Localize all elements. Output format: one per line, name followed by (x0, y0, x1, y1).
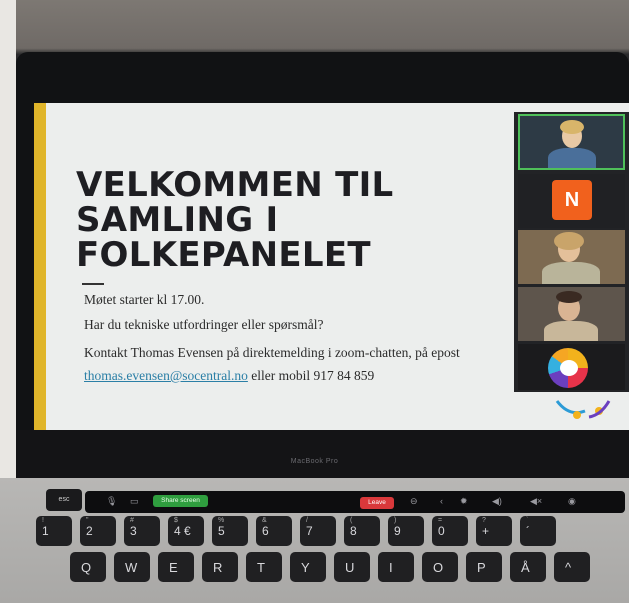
participant-hair (554, 232, 584, 250)
key-label: 9 (394, 524, 401, 538)
key-shift-label: " (86, 517, 89, 524)
key-3[interactable]: #3 (124, 516, 160, 546)
siri-icon[interactable]: ◉ (568, 496, 576, 507)
key-shift-label: ? (482, 517, 486, 524)
key-shift-label: ) (394, 517, 397, 524)
laptop-brand-label: MacBook Pro (290, 458, 339, 465)
key-o[interactable]: O (422, 552, 458, 582)
key-y[interactable]: Y (290, 552, 326, 582)
key-label: 0 (438, 524, 445, 538)
key-label: 6 (262, 524, 269, 538)
key-8[interactable]: (8 (344, 516, 380, 546)
participant-hair (556, 291, 582, 303)
slide-decoration (555, 400, 611, 419)
participant-video-panel: N (514, 112, 629, 392)
key-t[interactable]: T (246, 552, 282, 582)
key-11[interactable]: ? + (476, 516, 512, 546)
email-link[interactable]: thomas.evensen@socentral.no (84, 368, 248, 383)
key-shift-label: $ (174, 517, 178, 524)
key-label: 4 € (174, 524, 191, 538)
key-12[interactable]: ` ´ (520, 516, 556, 546)
slide-accent-bar (34, 103, 46, 430)
contact-text: Kontakt Thomas Evensen på direktemelding… (84, 345, 460, 360)
key-9[interactable]: ) 9 (388, 516, 424, 546)
leave-button[interactable]: Leave (360, 497, 394, 509)
participant-tile-active-speaker[interactable] (518, 114, 625, 170)
support-question-text: Har du tekniske utfordringer eller spørs… (84, 317, 324, 332)
key-label: + (482, 524, 490, 538)
screen-bezel (16, 430, 629, 478)
key-p[interactable]: P (466, 552, 502, 582)
slide-title-line-1: VELKOMMEN TIL (76, 165, 394, 205)
camera-icon[interactable]: ▭ (130, 496, 139, 507)
chevron-left-icon[interactable]: ‹ (440, 496, 443, 506)
meeting-start-text: Møtet starter kl 17.00. (84, 292, 205, 307)
esc-key[interactable]: esc (46, 489, 82, 511)
participant-hair (560, 120, 584, 134)
phone-text: eller mobil 917 84 859 (247, 368, 375, 383)
key-5[interactable]: % 5 (212, 516, 248, 546)
key-label: 2 (86, 524, 93, 538)
brightness-icon[interactable]: ✹ (460, 496, 468, 507)
key-shift-label: / (306, 517, 308, 524)
decoration-arc-blue (555, 400, 586, 415)
key-å[interactable]: Å (510, 552, 546, 582)
participant-body (548, 148, 596, 168)
title-divider (82, 283, 104, 285)
volume-icon[interactable]: ◀) (492, 496, 502, 507)
participant-tile-avatar[interactable]: N (518, 174, 625, 228)
key-shift-label: ` (526, 517, 529, 524)
key-i[interactable]: I (378, 552, 414, 582)
contact-details: thomas.evensen@socentral.no eller mobil … (84, 368, 374, 384)
key-label: ´ (526, 524, 530, 538)
key-^[interactable]: ^ (554, 552, 590, 582)
participant-avatar: N (552, 180, 592, 220)
key-w[interactable]: W (114, 552, 150, 582)
key-shift-label: ! (42, 517, 44, 524)
key-label: 8 (350, 524, 357, 538)
participant-tile-logo[interactable] (518, 344, 625, 390)
key-u[interactable]: U (334, 552, 370, 582)
key-shift-label: = (438, 517, 443, 524)
participant-body (544, 321, 598, 341)
slide-title-line-3: FOLKEPANELET (76, 235, 371, 275)
key-2[interactable]: " 2 (80, 516, 116, 546)
key-6[interactable]: & 6 (256, 516, 292, 546)
key-label: 5 (218, 524, 225, 538)
slide-title-line-2: SAMLING I (76, 200, 279, 240)
photo: VELKOMMEN TIL SAMLING I FOLKEPANELET Møt… (0, 0, 629, 603)
key-label: 7 (306, 524, 313, 538)
key-label: 3 (130, 524, 137, 538)
key-shift-label: & (262, 517, 267, 524)
key-7[interactable]: /7 (300, 516, 336, 546)
participant-tile-video[interactable] (518, 230, 625, 284)
participant-body (542, 262, 600, 284)
participant-tile-video[interactable] (518, 287, 625, 341)
slide-title: VELKOMMEN TIL SAMLING I FOLKEPANELET (76, 168, 406, 273)
key-e[interactable]: E (158, 552, 194, 582)
microphone-icon[interactable]: 🎙 (106, 496, 117, 507)
key-1[interactable]: ! 1 (36, 516, 72, 546)
decoration-dot-yellow (573, 411, 581, 419)
key-q[interactable]: Q (70, 552, 106, 582)
mute-icon[interactable]: ◀× (530, 496, 542, 507)
key-shift-label: % (218, 517, 225, 524)
share-screen-button[interactable]: Share screen (153, 495, 208, 507)
key-r[interactable]: R (202, 552, 238, 582)
key-shift-label: # (130, 517, 134, 524)
key-shift-label: ( (350, 517, 353, 524)
more-icon[interactable]: ⊖ (410, 496, 418, 507)
key-4[interactable]: $4 € (168, 516, 204, 546)
organization-logo-icon (548, 348, 588, 388)
key-label: 1 (42, 524, 49, 538)
key-10[interactable]: = 0 (432, 516, 468, 546)
